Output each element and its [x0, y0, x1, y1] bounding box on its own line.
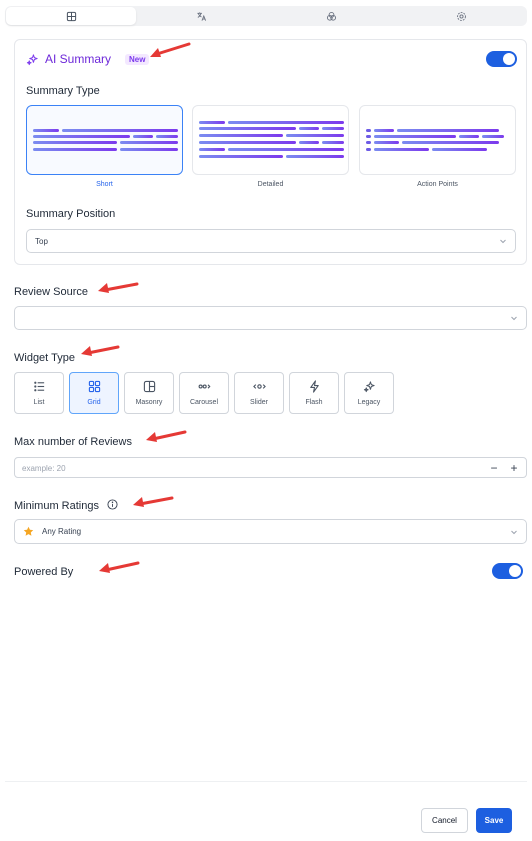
grid-icon	[88, 380, 100, 393]
decrement-button[interactable]: −	[488, 462, 500, 474]
min-ratings-value: Any Rating	[42, 527, 82, 536]
chevron-down-icon	[510, 314, 518, 322]
summary-type-label: Summary Type	[26, 85, 100, 97]
ai-summary-card: AI Summary New Summary Type Short Detail	[14, 39, 527, 265]
masonry-icon	[143, 380, 155, 393]
annotation-arrow-icon	[133, 496, 174, 507]
max-reviews-field: − +	[14, 457, 527, 478]
widget-type-flash[interactable]: Flash	[289, 372, 339, 414]
widget-type-slider[interactable]: Slider	[234, 372, 284, 414]
tab-settings[interactable]	[396, 7, 526, 25]
summary-type-short-label: Short	[96, 181, 113, 188]
increment-button[interactable]: +	[508, 462, 520, 474]
summary-type-action-points-label: Action Points	[417, 181, 458, 188]
widget-type-label: Widget Type	[14, 352, 75, 364]
annotation-arrow-icon	[146, 430, 187, 442]
circles-icon	[326, 11, 336, 21]
chevron-down-icon	[510, 528, 518, 536]
grid-icon	[66, 11, 76, 21]
ai-summary-title: AI Summary	[45, 52, 112, 66]
widget-type-grid[interactable]: Grid	[69, 372, 119, 414]
summary-type-short[interactable]	[26, 105, 183, 175]
translate-icon	[196, 11, 206, 21]
widget-type-flash-label: Flash	[305, 399, 323, 406]
powered-by-toggle[interactable]	[492, 563, 523, 579]
annotation-arrow-icon	[98, 282, 139, 293]
toggle-knob	[509, 565, 521, 577]
tab-translate[interactable]	[136, 7, 266, 25]
min-ratings-label: Minimum Ratings	[14, 499, 99, 512]
powered-by-label: Powered By	[14, 566, 74, 578]
annotation-arrow-icon	[99, 561, 140, 573]
widget-type-list-label: List	[33, 399, 45, 406]
info-icon[interactable]	[107, 499, 118, 513]
sparkle-icon	[363, 381, 375, 393]
toggle-knob	[503, 53, 515, 65]
summary-type-action-points[interactable]	[359, 105, 516, 175]
cancel-button[interactable]: Cancel	[421, 808, 468, 833]
widget-type-legacy-label: Legacy	[357, 399, 381, 406]
flash-icon	[309, 380, 319, 393]
widget-type-slider-label: Slider	[250, 399, 268, 406]
summary-position-label: Summary Position	[26, 208, 116, 220]
summary-type-detailed-label: Detailed	[257, 181, 284, 188]
slider-icon	[252, 384, 266, 389]
summary-position-select[interactable]: Top	[26, 229, 516, 253]
carousel-icon	[198, 384, 210, 389]
widget-type-list[interactable]: List	[14, 372, 64, 414]
widget-type-legacy[interactable]: Legacy	[344, 372, 394, 414]
chevron-down-icon	[499, 237, 507, 245]
ai-summary-header: AI Summary New	[26, 52, 150, 66]
save-button[interactable]: Save	[476, 808, 512, 833]
review-source-select[interactable]	[14, 306, 527, 330]
widget-type-carousel[interactable]: Carousel	[179, 372, 229, 414]
annotation-arrow-icon	[81, 345, 120, 356]
widget-type-masonry-label: Masonry	[135, 399, 163, 406]
tab-bar	[5, 6, 527, 26]
summary-position-value: Top	[35, 236, 48, 246]
widget-type-carousel-label: Carousel	[189, 399, 218, 406]
tab-styles[interactable]	[266, 7, 396, 25]
list-icon	[33, 381, 44, 392]
gear-icon	[456, 11, 466, 21]
min-ratings-select[interactable]: Any Rating	[14, 519, 527, 544]
annotation-arrow-icon	[150, 42, 191, 57]
footer-divider	[5, 781, 527, 782]
widget-type-grid-label: Grid	[87, 399, 101, 406]
review-source-label: Review Source	[14, 286, 88, 298]
ai-summary-toggle[interactable]	[486, 51, 517, 67]
tab-layout[interactable]	[6, 7, 136, 25]
new-badge: New	[125, 53, 150, 65]
sparkles-icon	[26, 53, 38, 65]
min-ratings-heading: Minimum Ratings	[14, 499, 118, 513]
max-reviews-input[interactable]	[22, 461, 422, 475]
summary-type-detailed[interactable]	[192, 105, 349, 175]
widget-type-masonry[interactable]: Masonry	[124, 372, 174, 414]
star-icon	[23, 526, 34, 536]
max-reviews-label: Max number of Reviews	[14, 436, 132, 448]
